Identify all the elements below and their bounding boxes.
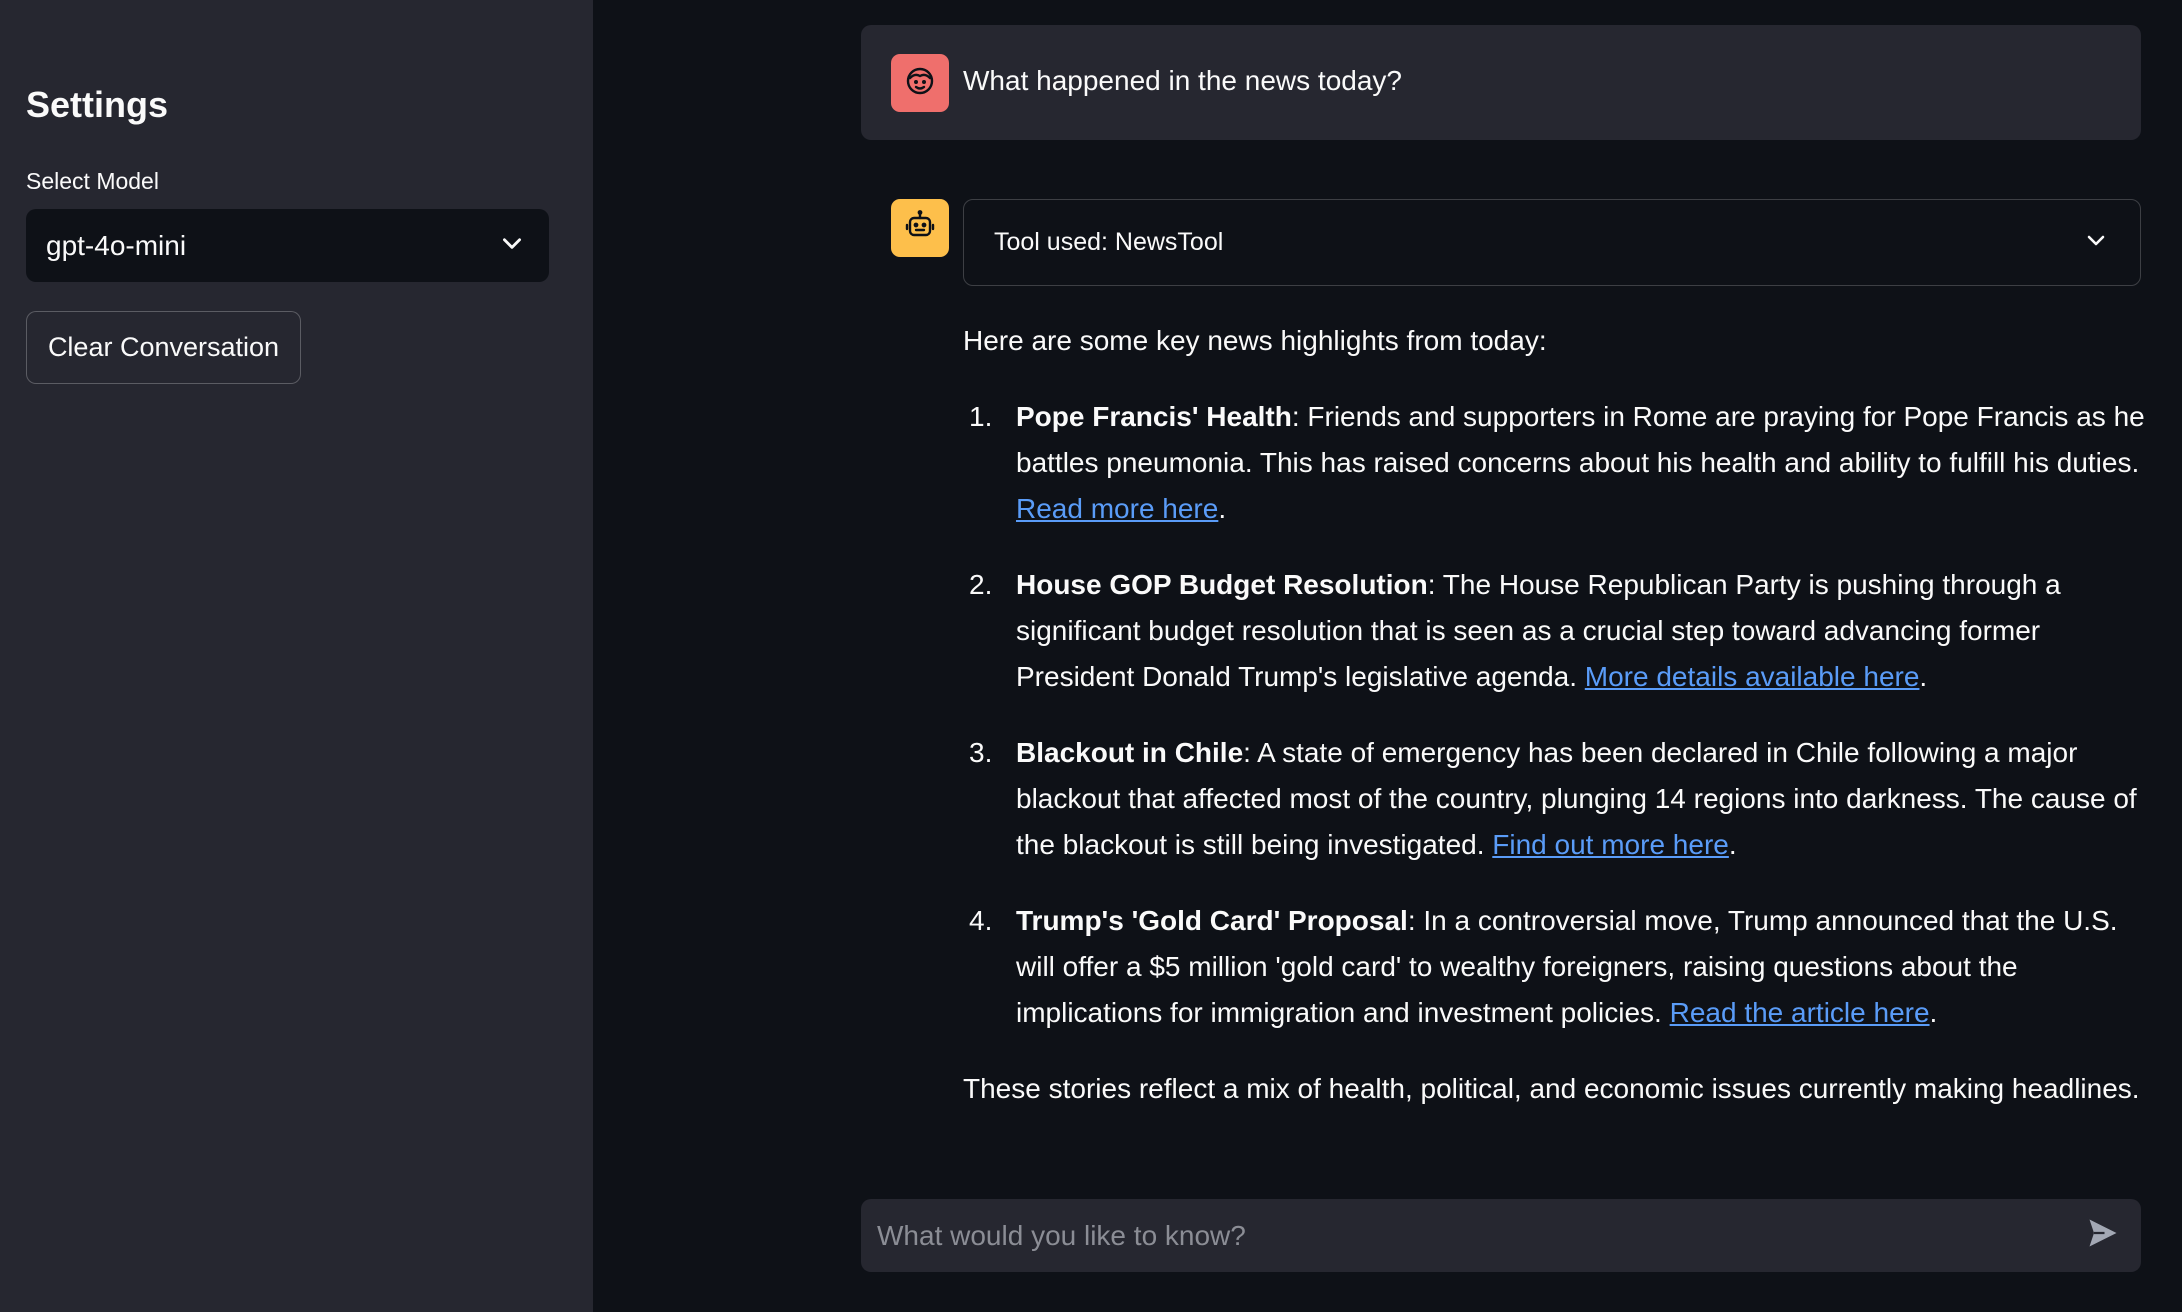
news-link[interactable]: Read more here	[1016, 493, 1218, 524]
chevron-down-icon	[2084, 228, 2108, 257]
news-title: Blackout in Chile	[1016, 737, 1244, 768]
news-after: .	[1218, 493, 1227, 524]
chat-input-container	[861, 1199, 2141, 1272]
user-face-icon	[902, 63, 938, 104]
tool-used-expander[interactable]: Tool used: NewsTool	[963, 199, 2141, 286]
news-link[interactable]: More details available here	[1585, 661, 1920, 692]
news-after: .	[1919, 661, 1928, 692]
list-item-number: 1.	[969, 401, 993, 432]
robot-icon	[902, 208, 938, 249]
news-link[interactable]: Read the article here	[1670, 997, 1930, 1028]
model-select[interactable]: gpt-4o-mini	[26, 209, 549, 282]
chat-input[interactable]	[877, 1219, 2085, 1252]
model-select-value: gpt-4o-mini	[46, 229, 187, 261]
send-icon[interactable]	[2085, 1215, 2121, 1256]
news-title: Pope Francis' Health	[1016, 401, 1292, 432]
list-item: 2. House GOP Budget Resolution: The Hous…	[963, 562, 2148, 700]
news-after: .	[1728, 829, 1737, 860]
app-root: Settings Select Model gpt-4o-mini Clear …	[0, 0, 2182, 1312]
sidebar: Settings Select Model gpt-4o-mini Clear …	[0, 0, 593, 1312]
user-avatar	[891, 54, 949, 112]
list-item: 4. Trump's 'Gold Card' Proposal: In a co…	[963, 898, 2148, 1036]
list-item-number: 4.	[969, 905, 993, 936]
news-title: House GOP Budget Resolution	[1016, 569, 1428, 600]
answer-intro: Here are some key news highlights from t…	[963, 325, 1547, 356]
tool-used-label: Tool used: NewsTool	[994, 228, 1224, 256]
news-title: Trump's 'Gold Card' Proposal	[1016, 905, 1408, 936]
assistant-message: Here are some key news highlights from t…	[963, 318, 2148, 1112]
list-item-number: 3.	[969, 737, 993, 768]
assistant-avatar	[891, 199, 949, 257]
list-item-number: 2.	[969, 569, 993, 600]
answer-outro: These stories reflect a mix of health, p…	[963, 1073, 2140, 1104]
list-item: 1. Pope Francis' Health: Friends and sup…	[963, 394, 2148, 532]
sidebar-title: Settings	[26, 84, 169, 125]
news-list: 1. Pope Francis' Health: Friends and sup…	[963, 394, 2148, 1036]
user-message-text: What happened in the news today?	[963, 65, 1402, 96]
list-item: 3. Blackout in Chile: A state of emergen…	[963, 730, 2148, 868]
model-select-label: Select Model	[26, 168, 159, 194]
news-after: .	[1929, 997, 1938, 1028]
clear-conversation-button[interactable]: Clear Conversation	[26, 311, 301, 384]
news-link[interactable]: Find out more here	[1492, 829, 1729, 860]
chat-main: What happened in the news today? Tool us…	[593, 0, 2182, 1312]
chevron-down-icon	[499, 230, 525, 261]
